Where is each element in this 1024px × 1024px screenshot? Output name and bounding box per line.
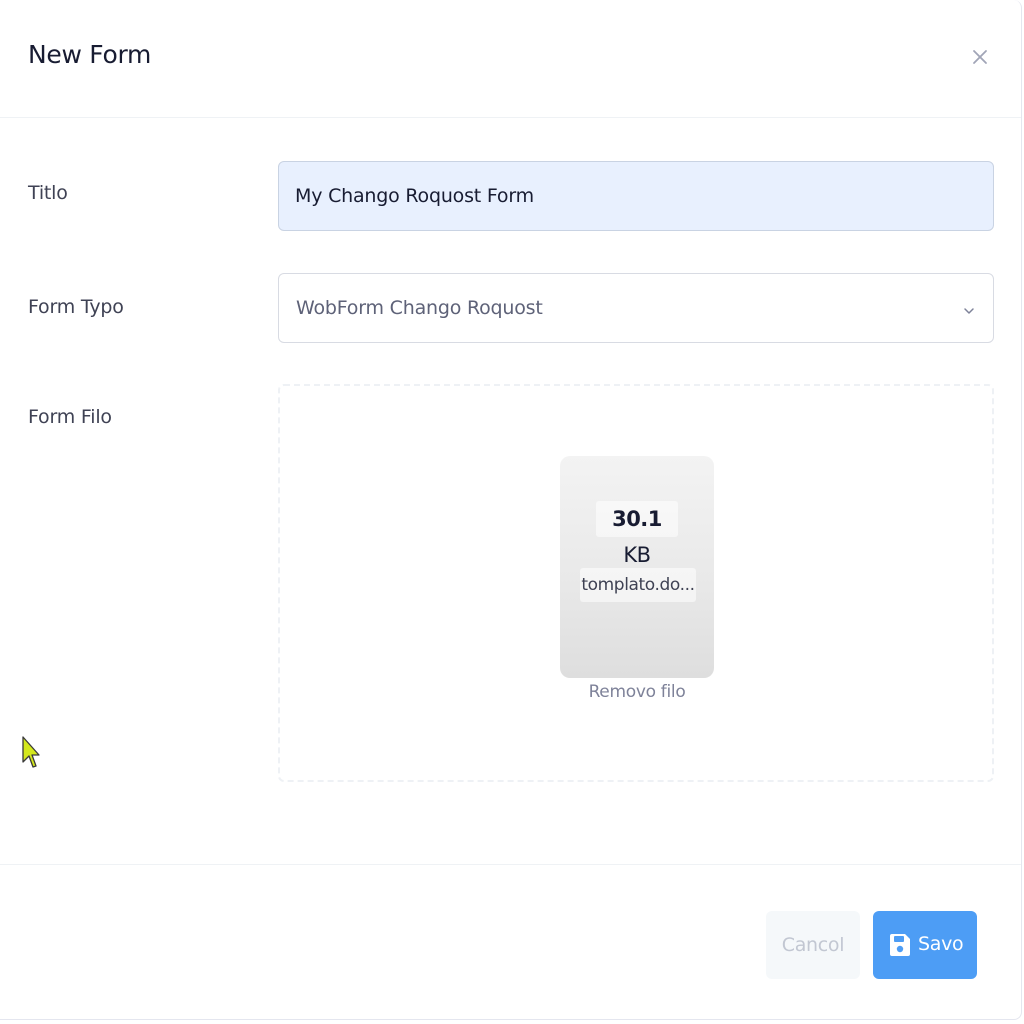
mouse-cursor-icon	[22, 736, 40, 774]
save-label: Savo	[918, 933, 964, 955]
remove-file-link[interactable]: Removo filo	[560, 682, 714, 702]
file-dropzone[interactable]: 30.1 KB tomplato.do... Removo filo	[278, 384, 994, 782]
form-type-selected-value: WobForm Chango Roquost	[296, 297, 543, 319]
title-label: Titlo	[28, 182, 68, 204]
modal-footer: Cancol Savo	[0, 864, 1021, 1020]
file-preview-card: 30.1 KB tomplato.do...	[560, 456, 714, 678]
cancel-button[interactable]: Cancol	[766, 911, 860, 979]
save-button[interactable]: Savo	[873, 911, 977, 979]
modal-title: New Form	[28, 40, 152, 69]
title-input[interactable]	[278, 161, 994, 231]
form-file-label: Form Filo	[28, 406, 112, 428]
close-icon[interactable]	[967, 44, 993, 70]
floppy-disk-icon	[889, 933, 911, 962]
file-size: 30.1 KB	[596, 501, 678, 567]
form-type-select[interactable]: WobForm Chango Roquost	[278, 273, 994, 343]
chevron-down-icon	[963, 302, 975, 321]
form-type-label: Form Typo	[28, 296, 124, 318]
file-name: tomplato.do...	[580, 568, 696, 602]
new-form-modal: New Form Titlo Form Typo WobForm Chango …	[0, 0, 1022, 1020]
modal-header: New Form	[0, 0, 1021, 118]
file-size-unit: KB	[623, 543, 651, 567]
file-size-number: 30.1	[612, 507, 662, 531]
